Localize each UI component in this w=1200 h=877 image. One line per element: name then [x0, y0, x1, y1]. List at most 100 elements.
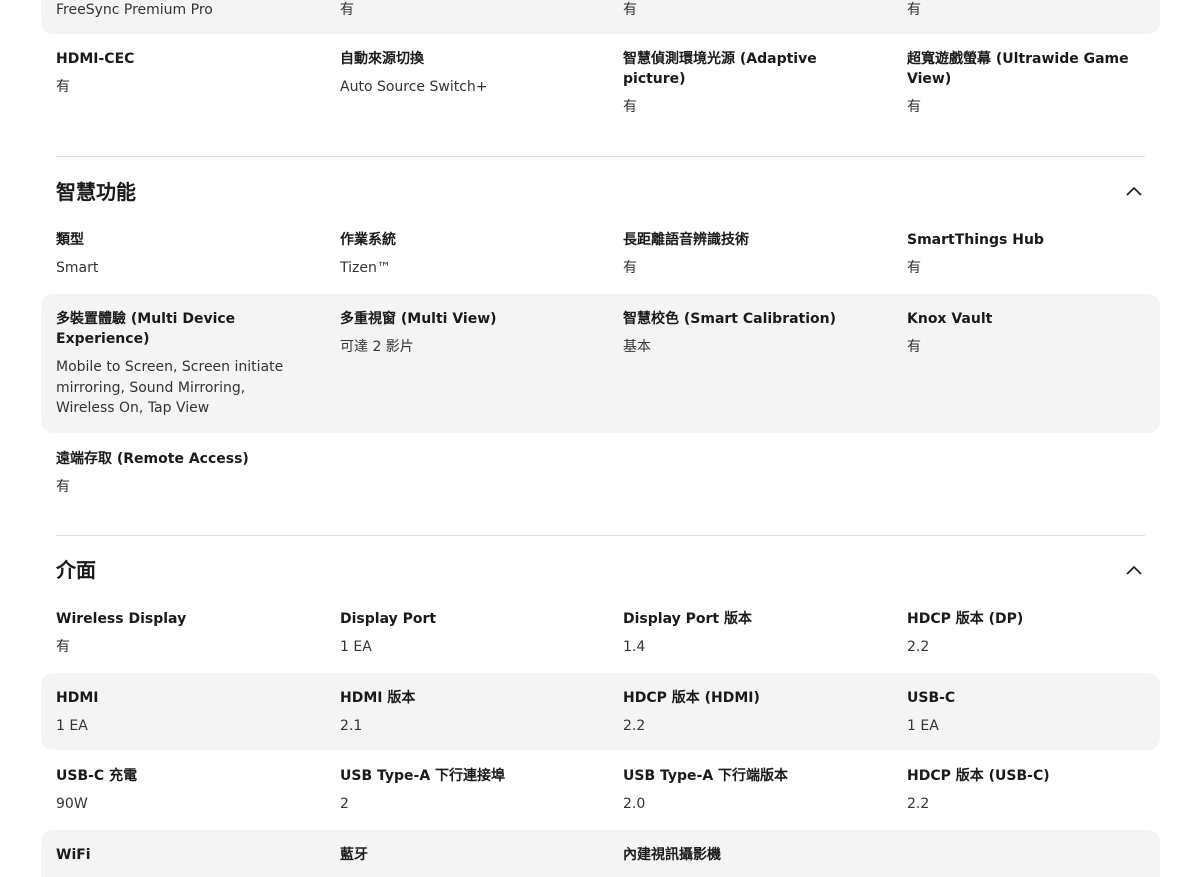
spec-cell: HDMI-CEC 有: [56, 49, 306, 98]
spec-value: Mobile to Screen, Screen initiate mirror…: [56, 359, 284, 416]
spec-cell: USB Type-A 下行端版本 2.0: [623, 766, 853, 815]
spec-value: 有: [56, 639, 70, 655]
spec-row: 多裝置體驗 (Multi Device Experience) Mobile t…: [41, 294, 1160, 433]
spec-row: USB-C 充電 90W USB Type-A 下行連接埠 2 USB Type…: [41, 751, 1160, 829]
spec-value: 2.2: [907, 639, 930, 655]
spec-value: 1 EA: [340, 639, 372, 655]
spec-label: USB-C: [907, 690, 956, 706]
spec-label: 多重視窗 (Multi View): [340, 311, 497, 327]
spec-value: 基本: [623, 339, 651, 355]
spec-label: USB-C 充電: [56, 768, 138, 784]
spec-value: 有: [907, 339, 921, 355]
spec-value: 1 EA: [56, 718, 88, 734]
spec-cell: Knox Vault 有: [907, 309, 1137, 358]
spec-label: Display Port: [340, 611, 437, 627]
section-divider: [56, 156, 1145, 157]
spec-label: 超寬遊戲螢幕 (Ultrawide Game View): [907, 51, 1129, 87]
spec-value: 有: [623, 2, 637, 18]
chevron-up-icon[interactable]: [1122, 180, 1146, 204]
spec-cell: 多裝置體驗 (Multi Device Experience) Mobile t…: [56, 309, 306, 419]
spec-value: 有: [56, 479, 70, 495]
spec-label: Wireless Display: [56, 611, 187, 627]
spec-value: 2: [340, 796, 349, 812]
spec-cell: 遠端存取 (Remote Access) 有: [56, 449, 306, 498]
spec-label: HDCP 版本 (HDMI): [623, 690, 760, 706]
spec-cell: USB-C 充電 90W: [56, 766, 306, 815]
spec-cell: 智慧偵測環境光源 (Adaptive picture) 有: [623, 49, 853, 118]
spec-label: HDCP 版本 (USB-C): [907, 768, 1050, 784]
section-title-interface[interactable]: 介面: [56, 556, 96, 584]
spec-value: 有: [907, 260, 921, 276]
spec-cell: 藍牙: [340, 845, 590, 865]
spec-label: USB Type-A 下行端版本: [623, 768, 789, 784]
spec-cell: HDCP 版本 (DP) 2.2: [907, 609, 1137, 658]
spec-value: 2.1: [340, 718, 363, 734]
spec-label: 智慧偵測環境光源 (Adaptive picture): [623, 51, 817, 87]
spec-value: 有: [907, 99, 921, 115]
spec-label: 作業系統: [340, 232, 396, 248]
spec-value: Auto Source Switch+: [340, 79, 488, 95]
spec-value: 可達 2 影片: [340, 339, 414, 355]
spec-label: 智慧校色 (Smart Calibration): [623, 311, 837, 327]
spec-cell: Display Port 1 EA: [340, 609, 590, 658]
spec-label: HDCP 版本 (DP): [907, 611, 1024, 627]
spec-label: 多裝置體驗 (Multi Device Experience): [56, 311, 236, 347]
spec-value: 90W: [56, 796, 88, 812]
spec-cell: HDMI 1 EA: [56, 688, 306, 737]
spec-cell: 內建視訊攝影機: [623, 845, 853, 865]
spec-value: 2.0: [623, 796, 646, 812]
spec-cell: FreeSync Premium Pro: [56, 0, 306, 21]
spec-value: FreeSync Premium Pro: [56, 2, 213, 18]
spec-cell: 有: [907, 0, 1137, 21]
spec-value: 有: [623, 99, 637, 115]
spec-label: USB Type-A 下行連接埠: [340, 768, 506, 784]
spec-value: Tizen™: [340, 260, 391, 276]
spec-row: WiFi 藍牙 內建視訊攝影機: [41, 830, 1160, 877]
spec-label: 長距離語音辨識技術: [623, 232, 749, 248]
spec-label: SmartThings Hub: [907, 232, 1044, 248]
spec-label: 自動來源切換: [340, 51, 424, 67]
spec-cell: 超寬遊戲螢幕 (Ultrawide Game View) 有: [907, 49, 1137, 118]
section-divider: [56, 535, 1145, 536]
spec-label: Display Port 版本: [623, 611, 752, 627]
spec-row: 遠端存取 (Remote Access) 有: [41, 434, 1160, 514]
spec-label: WiFi: [56, 847, 91, 863]
spec-row-freesync: FreeSync Premium Pro 有 有 有: [41, 0, 1160, 34]
spec-label: HDMI: [56, 690, 99, 706]
spec-label: 遠端存取 (Remote Access): [56, 451, 249, 467]
spec-value: 2.2: [623, 718, 646, 734]
spec-row-hdmi-cec: HDMI-CEC 有 自動來源切換 Auto Source Switch+ 智慧…: [41, 34, 1160, 134]
spec-cell: USB-C 1 EA: [907, 688, 1137, 737]
spec-cell: SmartThings Hub 有: [907, 230, 1137, 279]
spec-label: HDMI-CEC: [56, 51, 135, 67]
spec-cell: 長距離語音辨識技術 有: [623, 230, 853, 279]
spec-cell: 有: [623, 0, 853, 21]
spec-cell: WiFi: [56, 845, 306, 865]
spec-row: HDMI 1 EA HDMI 版本 2.1 HDCP 版本 (HDMI) 2.2…: [41, 673, 1160, 750]
spec-row: Wireless Display 有 Display Port 1 EA Dis…: [41, 594, 1160, 672]
spec-value: 有: [623, 260, 637, 276]
spec-cell: HDMI 版本 2.1: [340, 688, 590, 737]
spec-value: 有: [56, 79, 70, 95]
spec-label: HDMI 版本: [340, 690, 416, 706]
spec-row: 類型 Smart 作業系統 Tizen™ 長距離語音辨識技術 有 SmartTh…: [41, 215, 1160, 293]
spec-cell: Wireless Display 有: [56, 609, 306, 658]
spec-value: 有: [340, 2, 354, 18]
spec-cell: USB Type-A 下行連接埠 2: [340, 766, 590, 815]
spec-label: 類型: [56, 232, 84, 248]
spec-cell: 智慧校色 (Smart Calibration) 基本: [623, 309, 853, 358]
spec-value: 2.2: [907, 796, 930, 812]
chevron-up-icon[interactable]: [1122, 559, 1146, 583]
spec-cell: 自動來源切換 Auto Source Switch+: [340, 49, 590, 98]
spec-value: 1.4: [623, 639, 646, 655]
spec-cell: 類型 Smart: [56, 230, 306, 279]
spec-label: 藍牙: [340, 847, 368, 863]
spec-cell: 作業系統 Tizen™: [340, 230, 590, 279]
spec-cell: HDCP 版本 (HDMI) 2.2: [623, 688, 853, 737]
section-title-smart[interactable]: 智慧功能: [56, 178, 136, 206]
spec-cell: 多重視窗 (Multi View) 可達 2 影片: [340, 309, 590, 358]
spec-cell: Display Port 版本 1.4: [623, 609, 853, 658]
spec-cell: 有: [340, 0, 590, 21]
spec-value: 1 EA: [907, 718, 939, 734]
spec-cell: HDCP 版本 (USB-C) 2.2: [907, 766, 1137, 815]
